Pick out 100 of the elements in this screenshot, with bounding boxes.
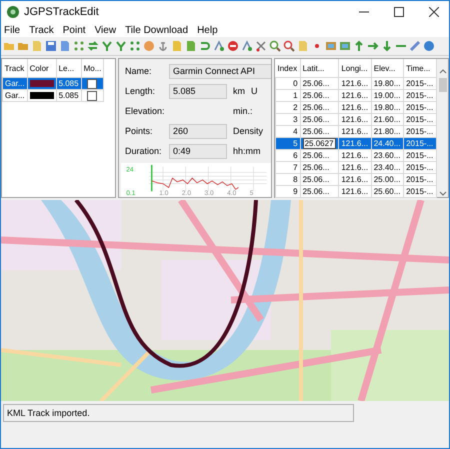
- column-header[interactable]: Latit...: [300, 59, 339, 78]
- folder-icon[interactable]: [3, 40, 15, 52]
- document-icon[interactable]: [185, 40, 197, 52]
- point-row[interactable]: 3 25.06... 121.6... 21.60... 2015-...: [276, 114, 436, 126]
- pencil-icon[interactable]: [409, 40, 421, 52]
- table-cell: 2: [276, 102, 300, 114]
- grid-icon[interactable]: [73, 40, 85, 52]
- menu-item[interactable]: Point: [62, 24, 87, 36]
- field-label: min.:: [233, 106, 253, 116]
- maximize-icon[interactable]: [394, 7, 404, 17]
- table-cell: 21.60...: [371, 114, 404, 126]
- field-label: Elevation:: [125, 106, 166, 116]
- table-cell: 25.06...: [300, 162, 339, 174]
- table-cell: 25.00...: [371, 174, 404, 186]
- table-cell: 25.06...: [300, 174, 339, 186]
- field-label: U: [251, 86, 258, 96]
- anchor-icon[interactable]: [157, 40, 169, 52]
- table-cell: 121.6...: [338, 174, 372, 186]
- field-label: Duration:: [125, 146, 163, 156]
- menu-item[interactable]: File: [3, 24, 22, 36]
- cell-editor[interactable]: 25.0627: [302, 138, 336, 149]
- scissors-icon[interactable]: [255, 40, 267, 52]
- minus-circle-icon[interactable]: [227, 40, 239, 52]
- scrollbar-thumb[interactable]: [438, 78, 446, 92]
- column-header[interactable]: Track: [2, 59, 28, 78]
- table-cell: 5.085: [56, 90, 82, 102]
- magnifier-icon[interactable]: [269, 40, 281, 52]
- dots-icon[interactable]: [129, 40, 141, 52]
- field-label: Points:: [125, 126, 154, 136]
- point-row[interactable]: 1 25.06... 121.6... 19.00... 2015-...: [276, 90, 436, 102]
- point-row[interactable]: 9 25.06... 121.6... 25.60... 2015-...: [276, 186, 436, 198]
- table-cell: 121.6...: [338, 186, 372, 198]
- table-cell: Gar...: [2, 90, 28, 102]
- menu-item[interactable]: Tile Download: [124, 24, 190, 36]
- arrows-icon[interactable]: [87, 40, 99, 52]
- picture-icon[interactable]: [325, 40, 337, 52]
- table-cell: 121.6...: [338, 114, 372, 126]
- window-title: JGPSTrackEdit: [24, 6, 100, 18]
- hook-icon[interactable]: [199, 40, 211, 52]
- field-label: Name:: [125, 66, 153, 76]
- table-cell: 121.6...: [338, 78, 372, 90]
- point-row[interactable]: 6 25.06... 121.6... 23.60... 2015-...: [276, 150, 436, 162]
- fork-icon[interactable]: [101, 40, 113, 52]
- table-cell: 25.06...: [300, 90, 339, 102]
- column-header[interactable]: Time...: [404, 59, 436, 78]
- table-cell: 121.6...: [338, 150, 372, 162]
- column-header[interactable]: Elev...: [371, 59, 404, 78]
- column-header[interactable]: Mo...: [81, 59, 104, 78]
- table-cell: 7: [276, 162, 300, 174]
- column-header[interactable]: Longi...: [338, 59, 372, 78]
- point-row[interactable]: 0 25.06... 121.6... 19.80... 2015-...: [276, 78, 436, 90]
- unit-label: km: [233, 86, 245, 96]
- close-icon[interactable]: [429, 7, 439, 17]
- checkbox[interactable]: [87, 78, 98, 88]
- checkbox[interactable]: [87, 90, 98, 100]
- column-header[interactable]: Le...: [56, 59, 82, 78]
- table-cell: 1: [276, 90, 300, 102]
- table-cell: 25.06...: [300, 102, 339, 114]
- arrow-down-icon[interactable]: [381, 40, 393, 52]
- name-field[interactable]: Garmin Connect API: [169, 64, 271, 78]
- table-cell: 8: [276, 174, 300, 186]
- save-icon[interactable]: [45, 40, 57, 52]
- track-row[interactable]: Gar... 5.085: [2, 78, 104, 90]
- table-cell: 25.60...: [371, 186, 404, 198]
- point-row[interactable]: 7 25.06... 121.6... 23.40... 2015-...: [276, 162, 436, 174]
- table-cell: 121.6...: [338, 90, 372, 102]
- field-label: Length:: [125, 86, 156, 96]
- table-cell: 19.80...: [371, 78, 404, 90]
- length-field[interactable]: 5.085: [169, 84, 227, 99]
- node-icon[interactable]: [241, 40, 253, 52]
- point-row[interactable]: 2 25.06... 121.6... 19.80... 2015-...: [276, 102, 436, 114]
- folder-icon[interactable]: [17, 40, 29, 52]
- column-header[interactable]: Index: [276, 59, 300, 78]
- point-row[interactable]: 8 25.06... 121.6... 25.00... 2015-...: [276, 174, 436, 186]
- column-header[interactable]: Color: [27, 59, 56, 78]
- table-cell: 25.06...: [300, 186, 339, 198]
- scrollbar[interactable]: [437, 59, 448, 197]
- track-row[interactable]: Gar... 5.085: [2, 90, 104, 102]
- fork-icon[interactable]: [115, 40, 127, 52]
- unit-label: hh:mm: [233, 146, 261, 156]
- points-field[interactable]: 260: [169, 124, 227, 139]
- arrow-right-icon[interactable]: [367, 40, 379, 52]
- table-cell: 19.00...: [371, 90, 404, 102]
- node-icon[interactable]: [213, 40, 225, 52]
- app-logo-icon: [7, 6, 19, 18]
- document-icon[interactable]: [59, 40, 71, 52]
- point-row[interactable]: 5 25.0627 121.6... 24.40... 2015-...: [276, 138, 436, 150]
- table-cell: 25.06...: [300, 150, 339, 162]
- field-label: Density: [233, 126, 264, 136]
- menu-item[interactable]: Help: [196, 24, 219, 36]
- table-cell: 23.60...: [371, 150, 404, 162]
- menu-item[interactable]: View: [94, 24, 118, 36]
- magnifier-icon[interactable]: [283, 40, 295, 52]
- picture-icon[interactable]: [339, 40, 351, 52]
- status-bar: KML Track imported.: [3, 404, 354, 422]
- arrow-up-icon[interactable]: [353, 40, 365, 52]
- scroll-down-icon[interactable]: [438, 189, 446, 197]
- table-cell: 19.80...: [371, 102, 404, 114]
- duration-field[interactable]: 0:49: [169, 144, 227, 159]
- menu-item[interactable]: Track: [28, 24, 55, 36]
